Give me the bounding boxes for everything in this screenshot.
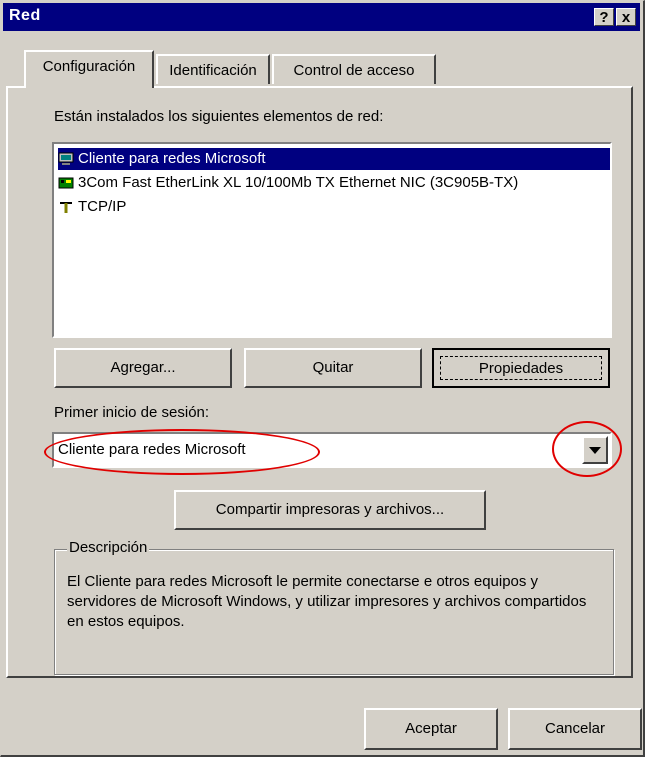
list-item[interactable]: Cliente para redes Microsoft <box>58 148 610 170</box>
cancel-button[interactable]: Cancelar <box>508 708 642 750</box>
annotation-circle-dropdown <box>552 421 622 477</box>
list-item[interactable]: 3Com Fast EtherLink XL 10/100Mb TX Ether… <box>58 172 518 194</box>
window-title: Red <box>9 7 41 24</box>
remove-button-label: Quitar <box>312 359 354 376</box>
components-listbox[interactable]: Cliente para redes Microsoft 3Com Fast E… <box>52 142 612 338</box>
file-print-sharing-button[interactable]: Compartir impresoras y archivos... <box>174 490 486 530</box>
title-bar[interactable]: Red ? x <box>3 3 640 31</box>
remove-button[interactable]: Quitar <box>244 348 422 388</box>
ok-button[interactable]: Aceptar <box>364 708 498 750</box>
tab-identificacion-label: Identificación <box>169 62 257 79</box>
close-button[interactable]: x <box>616 8 636 26</box>
tab-control-acceso[interactable]: Control de acceso <box>272 54 436 84</box>
tab-configuracion[interactable]: Configuración <box>24 50 154 88</box>
list-item-label: Cliente para redes Microsoft <box>78 150 266 167</box>
components-label: Están instalados los siguientes elemento… <box>54 108 384 125</box>
properties-button-label: Propiedades <box>478 360 564 377</box>
protocol-icon <box>60 202 72 214</box>
list-item-label: 3Com Fast EtherLink XL 10/100Mb TX Ether… <box>78 174 519 191</box>
properties-button[interactable]: Propiedades <box>432 348 610 388</box>
add-button[interactable]: Agregar... <box>54 348 232 388</box>
focus-rect: Propiedades <box>440 356 602 380</box>
cancel-button-label: Cancelar <box>544 720 606 737</box>
add-button-label: Agregar... <box>110 359 176 376</box>
help-button[interactable]: ? <box>594 8 614 26</box>
list-item-label: TCP/IP <box>78 198 127 215</box>
description-groupbox: Descripción El Cliente para redes Micros… <box>54 539 614 675</box>
description-text: El Cliente para redes Microsoft le permi… <box>67 573 587 630</box>
tab-control-acceso-label: Control de acceso <box>293 62 415 79</box>
network-adapter-icon <box>58 177 74 189</box>
file-print-sharing-label: Compartir impresoras y archivos... <box>215 501 445 518</box>
ok-button-label: Aceptar <box>405 720 457 737</box>
tab-identificacion[interactable]: Identificación <box>156 54 270 84</box>
logon-label: Primer inicio de sesión: <box>54 404 210 421</box>
description-title: Descripción <box>67 539 150 556</box>
list-item[interactable]: TCP/IP <box>58 196 126 218</box>
tab-configuracion-label: Configuración <box>42 58 136 75</box>
annotation-circle-logon <box>44 429 320 475</box>
network-client-icon <box>58 152 74 166</box>
